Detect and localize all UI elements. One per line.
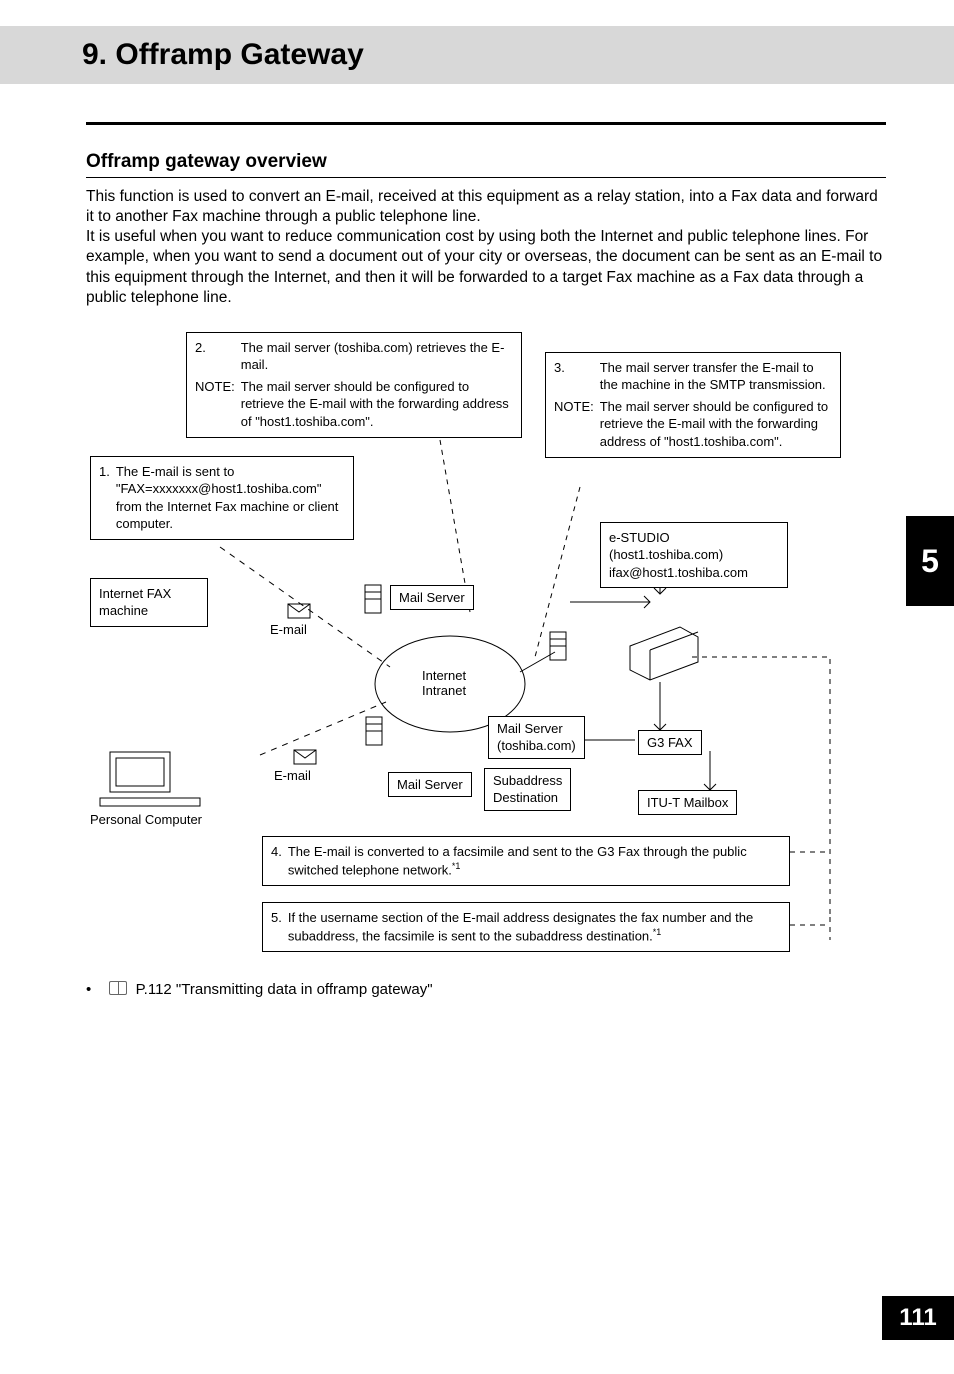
chapter-tab: 5	[906, 516, 954, 606]
reference-line: • P.112 "Transmitting data in offramp ga…	[86, 980, 886, 998]
mailserver3-label: Mail Server	[388, 772, 472, 798]
internet-label: Internet Intranet	[422, 668, 466, 698]
g3-label: G3 FAX	[638, 730, 702, 756]
book-icon	[109, 981, 127, 995]
itu-label: ITU-T Mailbox	[638, 790, 737, 816]
step5-box: 5.If the username section of the E-mail …	[262, 902, 790, 952]
subaddress-label: Subaddress Destination	[484, 768, 571, 811]
mailserver2-label: Mail Server (toshiba.com)	[488, 716, 585, 759]
mailserver1-label: Mail Server	[390, 585, 474, 611]
rule-thin	[86, 177, 886, 178]
intro-text: This function is used to convert an E-ma…	[86, 187, 886, 308]
step2-box: 2.The mail server (toshiba.com) retrieve…	[186, 332, 522, 438]
page-number: 111	[882, 1296, 954, 1340]
email1-label: E-mail	[270, 622, 307, 637]
step3-box: 3.The mail server transfer the E-mail to…	[545, 352, 841, 458]
step4-box: 4.The E-mail is converted to a facsimile…	[262, 836, 790, 886]
diagram: 2.The mail server (toshiba.com) retrieve…	[90, 332, 882, 958]
email2-label: E-mail	[274, 768, 311, 783]
page-title: 9. Offramp Gateway	[82, 38, 364, 72]
ifax-label: Internet FAX machine	[90, 578, 208, 627]
section-heading: Offramp gateway overview	[86, 151, 886, 173]
pc-label: Personal Computer	[90, 812, 202, 827]
estudio-box: e-STUDIO (host1.toshiba.com) ifax@host1.…	[600, 522, 788, 589]
rule-thick	[86, 122, 886, 125]
step1-box: 1.The E-mail is sent to "FAX=xxxxxxx@hos…	[90, 456, 354, 540]
